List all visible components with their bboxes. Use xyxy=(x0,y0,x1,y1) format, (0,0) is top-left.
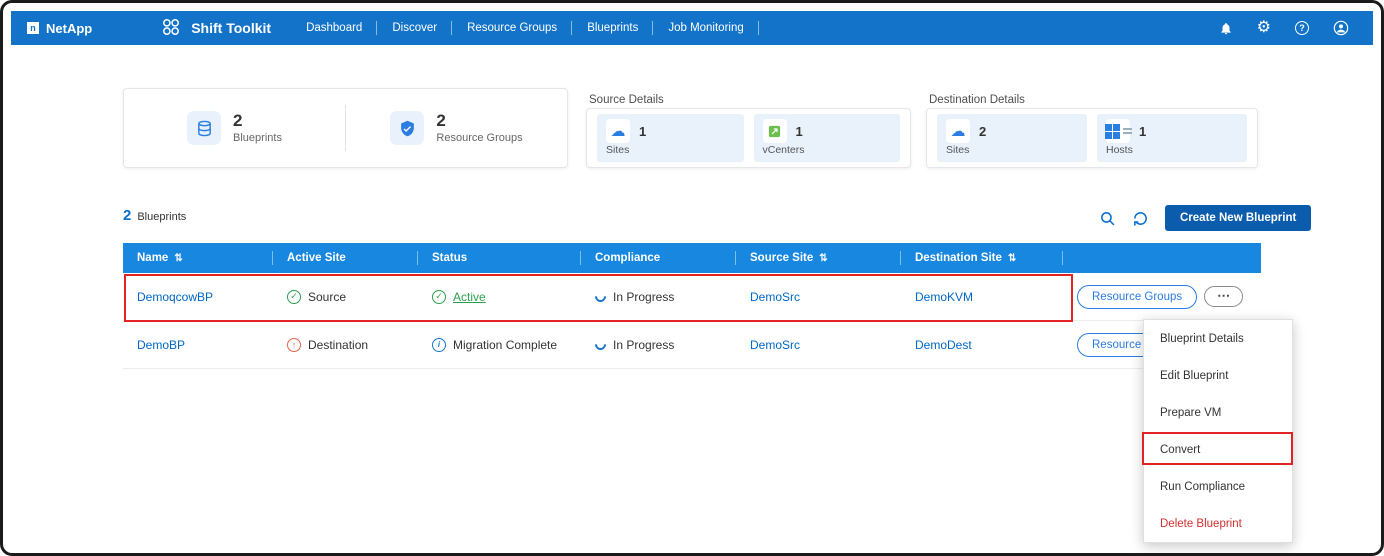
row-actions-ellipsis-button[interactable]: ⋯ xyxy=(1204,286,1243,308)
blueprints-table-header: Name ⇅ Active Site Status Compliance Sou… xyxy=(123,243,1261,273)
destination-sites-label: Sites xyxy=(946,144,1078,156)
app-title: Shift Toolkit xyxy=(160,16,271,41)
blueprints-count-label: Blueprints xyxy=(233,132,282,144)
blueprints-list-header: 2 Blueprints xyxy=(123,207,186,224)
nav-item-discover[interactable]: Discover xyxy=(377,11,452,45)
destination-site-link[interactable]: DemoDest xyxy=(915,338,972,352)
destination-sites-tile: ☁ 2 Sites xyxy=(937,114,1087,162)
blueprints-database-icon xyxy=(187,111,221,145)
compliance-progress-spinner-icon xyxy=(593,337,609,353)
source-sites-count: 1 xyxy=(639,124,646,139)
column-header-actions xyxy=(1063,243,1261,273)
compliance-progress-spinner-icon xyxy=(593,289,609,305)
source-sites-label: Sites xyxy=(606,144,735,156)
app-window: n NetApp Shift Toolkit Dashboard Discove… xyxy=(0,0,1384,556)
help-icon[interactable]: ? xyxy=(1295,21,1309,35)
status-active-link[interactable]: Active xyxy=(453,290,486,304)
column-header-status: Status xyxy=(418,243,581,273)
resource-groups-button[interactable]: Resource Groups xyxy=(1077,285,1197,309)
table-row-demobp: DemoBP ↑ Destination i Migration Complet… xyxy=(123,321,1261,369)
active-site-value: Destination xyxy=(308,338,368,352)
menu-item-edit-blueprint[interactable]: Edit Blueprint xyxy=(1144,357,1292,394)
destination-hosts-tile: 1 Hosts xyxy=(1097,114,1247,162)
compliance-value: In Progress xyxy=(613,290,674,304)
column-header-source-site[interactable]: Source Site ⇅ xyxy=(736,243,901,273)
destination-details-card: ☁ 2 Sites 1 Hosts xyxy=(926,108,1258,168)
column-header-active-site: Active Site xyxy=(273,243,418,273)
column-header-name[interactable]: Name ⇅ xyxy=(123,243,273,273)
search-icon[interactable] xyxy=(1099,210,1116,227)
blueprints-list-controls: Create New Blueprint xyxy=(1099,205,1311,231)
resource-groups-count-label: Resource Groups xyxy=(436,132,522,144)
cloud-site-icon: ☁ xyxy=(606,119,630,143)
row-actions-context-menu: Blueprint Details Edit Blueprint Prepare… xyxy=(1143,319,1293,543)
destination-details-title: Destination Details xyxy=(929,94,1025,106)
source-sites-tile: ☁ 1 Sites xyxy=(597,114,744,162)
blueprints-list-count: 2 xyxy=(123,207,131,224)
nav-item-dashboard[interactable]: Dashboard xyxy=(291,11,377,45)
vcenter-icon xyxy=(763,119,787,143)
active-site-destination-icon: ↑ xyxy=(287,338,301,352)
source-site-link[interactable]: DemoSrc xyxy=(750,338,800,352)
resource-groups-count: 2 xyxy=(436,112,522,131)
destination-hosts-count: 1 xyxy=(1139,124,1146,139)
active-site-source-check-icon: ✓ xyxy=(287,290,301,304)
blueprint-name-link[interactable]: DemoqcowBP xyxy=(137,290,213,304)
source-vcenters-count: 1 xyxy=(796,124,803,139)
table-row-demoqcowbp: DemoqcowBP ✓ Source ✓ Active In Progress… xyxy=(123,273,1261,321)
netapp-brand-text: NetApp xyxy=(46,21,92,36)
app-title-text: Shift Toolkit xyxy=(191,20,271,36)
blueprints-list-label: Blueprints xyxy=(137,211,186,223)
top-navigation-bar: n NetApp Shift Toolkit Dashboard Discove… xyxy=(11,11,1373,45)
sort-icon[interactable]: ⇅ xyxy=(1008,253,1016,264)
sort-icon[interactable]: ⇅ xyxy=(819,253,827,264)
menu-item-delete-blueprint[interactable]: Delete Blueprint xyxy=(1144,505,1292,542)
blueprints-count: 2 xyxy=(233,112,282,131)
blueprint-name-link[interactable]: DemoBP xyxy=(137,338,185,352)
column-header-compliance: Compliance xyxy=(581,243,736,273)
source-site-link[interactable]: DemoSrc xyxy=(750,290,800,304)
destination-site-link[interactable]: DemoKVM xyxy=(915,290,973,304)
status-value: Migration Complete xyxy=(453,338,557,352)
netapp-logo: n NetApp xyxy=(27,21,92,36)
topbar-actions: ⚙ ? xyxy=(1219,20,1349,36)
summary-stats-card: 2 Blueprints 2 Resource Groups xyxy=(123,88,568,168)
netapp-logo-icon: n xyxy=(27,22,39,34)
menu-item-run-compliance[interactable]: Run Compliance xyxy=(1144,468,1292,505)
status-check-icon: ✓ xyxy=(432,290,446,304)
main-nav: Dashboard Discover Resource Groups Bluep… xyxy=(291,11,759,45)
settings-gear-icon[interactable]: ⚙ xyxy=(1257,20,1271,36)
destination-hosts-label: Hosts xyxy=(1106,144,1238,156)
resource-groups-shield-icon xyxy=(390,111,424,145)
compliance-value: In Progress xyxy=(613,338,674,352)
create-new-blueprint-button[interactable]: Create New Blueprint xyxy=(1165,205,1311,231)
hyperv-windows-icon xyxy=(1106,119,1130,143)
refresh-icon[interactable] xyxy=(1132,210,1149,227)
destination-sites-count: 2 xyxy=(979,124,986,139)
status-info-icon: i xyxy=(432,338,446,352)
source-details-title: Source Details xyxy=(589,94,664,106)
column-header-destination-site[interactable]: Destination Site ⇅ xyxy=(901,243,1063,273)
nav-item-resource-groups[interactable]: Resource Groups xyxy=(452,11,572,45)
source-vcenters-label: vCenters xyxy=(763,144,892,156)
shift-toolkit-icon xyxy=(160,16,182,41)
notifications-bell-icon[interactable] xyxy=(1219,21,1233,36)
nav-item-blueprints[interactable]: Blueprints xyxy=(572,11,653,45)
source-vcenters-tile: 1 vCenters xyxy=(754,114,901,162)
sort-icon[interactable]: ⇅ xyxy=(174,253,182,264)
source-details-card: ☁ 1 Sites 1 vCenters xyxy=(586,108,911,168)
cloud-site-icon: ☁ xyxy=(946,119,970,143)
resource-groups-stat: 2 Resource Groups xyxy=(346,111,567,145)
menu-item-prepare-vm[interactable]: Prepare VM xyxy=(1144,394,1292,431)
menu-item-blueprint-details[interactable]: Blueprint Details xyxy=(1144,320,1292,357)
nav-item-job-monitoring[interactable]: Job Monitoring xyxy=(653,11,758,45)
menu-item-convert[interactable]: Convert xyxy=(1144,431,1292,468)
active-site-value: Source xyxy=(308,290,346,304)
user-account-icon[interactable] xyxy=(1333,20,1349,36)
blueprints-stat: 2 Blueprints xyxy=(124,111,345,145)
